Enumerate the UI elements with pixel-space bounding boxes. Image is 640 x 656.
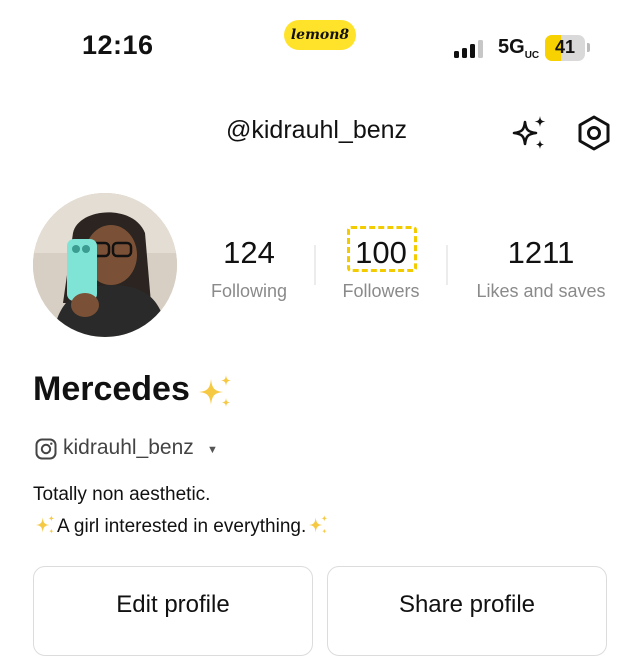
likes-stat[interactable]: 1211 Likes and saves — [466, 235, 616, 302]
following-count: 124 — [223, 235, 275, 270]
followers-highlight — [347, 226, 417, 272]
bio-line: A girl interested in everything. — [33, 514, 330, 538]
likes-count: 1211 — [507, 235, 575, 270]
sparkle-icon — [512, 116, 546, 149]
sparkle-button[interactable] — [510, 113, 550, 153]
instagram-icon — [35, 438, 57, 460]
stat-divider — [446, 245, 448, 285]
hexagon-settings-icon — [578, 115, 610, 151]
sparkles-emoji-icon — [199, 375, 231, 407]
network-label: 5G — [498, 36, 525, 58]
bio-text: A girl interested in everything. — [57, 516, 307, 537]
share-profile-button[interactable]: Share profile — [327, 566, 607, 656]
sparkles-emoji-icon — [35, 515, 55, 534]
chevron-down-icon[interactable]: ▼ — [207, 444, 218, 456]
battery-tip — [587, 43, 590, 52]
app-badge-label: lemon8 — [290, 27, 350, 43]
instagram-handle[interactable]: kidrauhl_benz — [63, 436, 194, 460]
profile-name: Mercedes — [33, 370, 190, 408]
followers-label: Followers — [342, 281, 420, 301]
battery-percent: 41 — [554, 37, 576, 57]
battery-icon: 41 — [545, 35, 585, 61]
following-label: Following — [210, 281, 288, 301]
profile-username: @kidrauhl_benz — [226, 116, 408, 144]
bio-line: Totally non aesthetic. — [33, 484, 211, 505]
network-suffix: UC — [524, 50, 540, 61]
settings-button[interactable] — [575, 114, 613, 152]
app-badge: lemon8 — [284, 20, 356, 50]
stat-divider — [314, 245, 316, 285]
edit-profile-label: Edit profile — [116, 591, 230, 618]
likes-label: Likes and saves — [476, 281, 606, 301]
avatar-photo — [33, 193, 177, 337]
status-time: 12:16 — [82, 30, 154, 60]
share-profile-label: Share profile — [398, 591, 536, 618]
edit-profile-button[interactable]: Edit profile — [33, 566, 313, 656]
avatar[interactable] — [33, 193, 177, 337]
signal-icon — [454, 38, 490, 58]
network-indicator: 5GUC — [498, 36, 539, 61]
sparkles-emoji-icon — [308, 515, 328, 534]
following-stat[interactable]: 124 Following — [199, 235, 299, 302]
